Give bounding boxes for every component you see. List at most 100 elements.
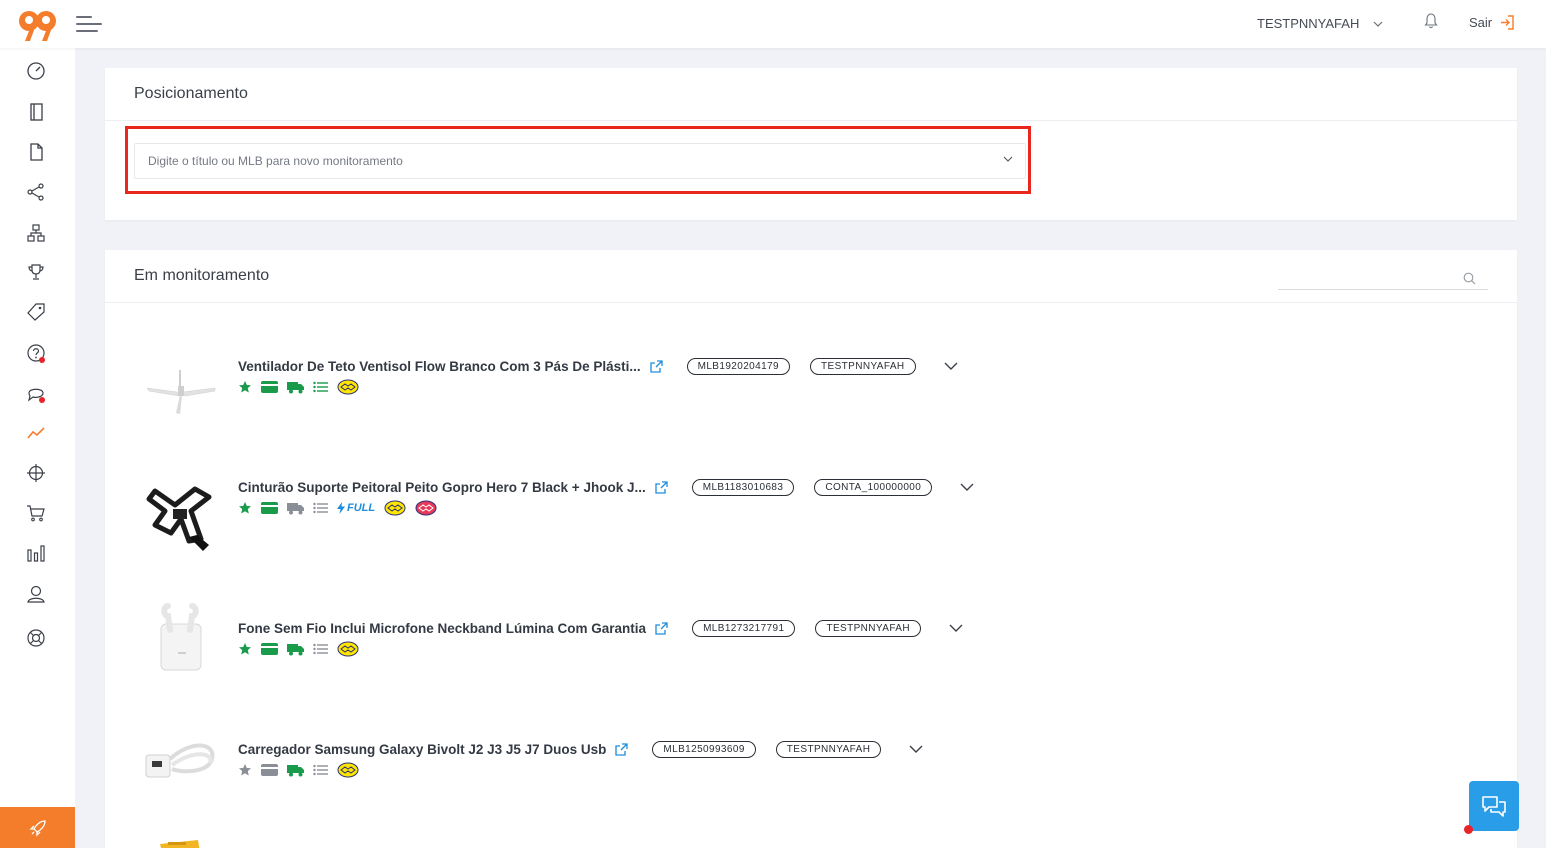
star-icon <box>239 502 251 514</box>
expand-chevron-icon[interactable] <box>960 483 974 491</box>
account-selector[interactable]: TESTPNNYAFAH <box>1257 16 1383 31</box>
notebook-icon[interactable] <box>25 101 47 123</box>
user-icon[interactable] <box>25 583 47 605</box>
mlb-badge: MLB1250993609 <box>652 740 756 758</box>
lightning-icon <box>337 502 345 514</box>
expand-chevron-icon[interactable] <box>949 624 963 632</box>
new-monitoring-select[interactable]: Digite o título ou MLB para novo monitor… <box>134 143 1026 179</box>
select-placeholder: Digite o título ou MLB para novo monitor… <box>148 154 403 168</box>
notification-dot <box>39 397 45 403</box>
menu-toggle-button[interactable] <box>76 14 104 34</box>
logout-label: Sair <box>1469 15 1493 30</box>
full-badge: FULL <box>337 502 375 514</box>
lifebuoy-icon[interactable] <box>25 627 47 649</box>
chat-icon <box>1482 796 1506 817</box>
list-icon <box>313 643 328 655</box>
expand-chevron-icon[interactable] <box>944 362 958 370</box>
external-link-icon[interactable] <box>655 621 668 635</box>
product-badges <box>238 379 359 395</box>
menu-line <box>76 30 98 32</box>
truck-icon <box>287 764 304 776</box>
mercado-livre-icon <box>337 379 359 395</box>
sidebar <box>0 48 75 848</box>
list-icon <box>313 502 328 514</box>
product-title[interactable]: Carregador Samsung Galaxy Bivolt J2 J3 J… <box>238 742 606 757</box>
search-icon[interactable] <box>1463 272 1476 285</box>
top-bar: TESTPNNYAFAH Sair <box>0 0 1546 48</box>
notification-dot <box>39 357 45 363</box>
product-thumbnail <box>158 838 202 848</box>
star-icon <box>239 764 251 776</box>
product-title[interactable]: Fone Sem Fio Inclui Microfone Neckband L… <box>238 621 646 636</box>
dashboard-icon[interactable] <box>25 60 47 82</box>
star-icon <box>239 643 251 655</box>
logout-icon <box>1501 15 1514 30</box>
positioning-title: Posicionamento <box>105 68 1517 121</box>
notification-dot <box>1464 825 1473 834</box>
external-link-icon[interactable] <box>655 480 668 494</box>
credit-card-icon <box>261 502 278 514</box>
mercado-livre-red-icon <box>415 500 437 516</box>
sitemap-icon[interactable] <box>25 222 47 244</box>
bar-chart-icon[interactable] <box>25 542 47 564</box>
truck-icon <box>287 502 304 514</box>
credit-card-icon <box>261 764 278 776</box>
share-icon[interactable] <box>25 181 47 203</box>
trend-icon[interactable] <box>25 422 47 444</box>
search-input[interactable] <box>1278 266 1458 288</box>
rocket-button[interactable] <box>0 807 75 848</box>
truck-icon <box>287 381 304 393</box>
document-icon[interactable] <box>25 141 47 163</box>
account-badge: TESTPNNYAFAH <box>810 357 916 375</box>
cart-icon[interactable] <box>25 502 47 524</box>
list-icon <box>313 764 328 776</box>
account-badge: TESTPNNYAFAH <box>775 740 882 758</box>
chat-button[interactable] <box>1469 781 1519 831</box>
full-label: FULL <box>347 502 376 514</box>
mercado-livre-icon <box>337 641 359 657</box>
trophy-icon[interactable] <box>25 261 47 283</box>
account-name: TESTPNNYAFAH <box>1257 16 1360 31</box>
product-badges <box>238 641 359 657</box>
expand-chevron-icon[interactable] <box>909 745 923 753</box>
list-item: Cinturão Suporte Peitoral Peito Gopro He… <box>140 478 1040 558</box>
credit-card-icon <box>261 381 278 393</box>
tag-icon[interactable] <box>25 301 47 323</box>
rocket-icon <box>28 819 46 837</box>
credit-card-icon <box>261 643 278 655</box>
product-title[interactable]: Ventilador De Teto Ventisol Flow Branco … <box>238 359 641 374</box>
mlb-badge: MLB1920204179 <box>686 357 790 375</box>
external-link-icon[interactable] <box>615 742 629 756</box>
chevron-down-icon <box>1003 156 1013 162</box>
product-thumbnail <box>140 354 222 432</box>
monitoring-search <box>1278 266 1488 290</box>
account-badge: TESTPNNYAFAH <box>815 619 921 637</box>
logo[interactable] <box>17 8 59 42</box>
list-item: Ventilador De Teto Ventisol Flow Branco … <box>140 357 1040 437</box>
list-item: Carregador Samsung Galaxy Bivolt J2 J3 J… <box>140 720 1040 800</box>
product-thumbnail <box>140 478 222 556</box>
product-thumbnail <box>140 599 222 677</box>
mercado-livre-icon <box>384 500 406 516</box>
menu-line <box>76 16 92 18</box>
mlb-badge: MLB1273217791 <box>692 619 796 637</box>
list-icon <box>313 381 328 393</box>
menu-line <box>76 23 102 25</box>
chevron-down-icon <box>1373 21 1383 27</box>
account-badge: CONTA_100000000 <box>814 478 933 496</box>
notification-bell-icon[interactable] <box>1424 13 1438 29</box>
logout-button[interactable]: Sair <box>1469 15 1514 30</box>
star-icon <box>239 381 251 393</box>
product-title[interactable]: Cinturão Suporte Peitoral Peito Gopro He… <box>238 480 646 495</box>
chat-bubble-icon[interactable] <box>25 382 47 404</box>
product-badges: FULL <box>238 500 437 516</box>
product-thumbnail <box>140 720 222 798</box>
product-badges <box>238 762 359 778</box>
target-icon[interactable] <box>25 462 47 484</box>
question-icon[interactable] <box>25 342 47 364</box>
mercado-livre-icon <box>337 762 359 778</box>
list-item: Fone Sem Fio Inclui Microfone Neckband L… <box>140 599 1040 679</box>
external-link-icon[interactable] <box>649 359 663 373</box>
mlb-badge: MLB1183010683 <box>691 478 795 496</box>
truck-icon <box>287 643 304 655</box>
